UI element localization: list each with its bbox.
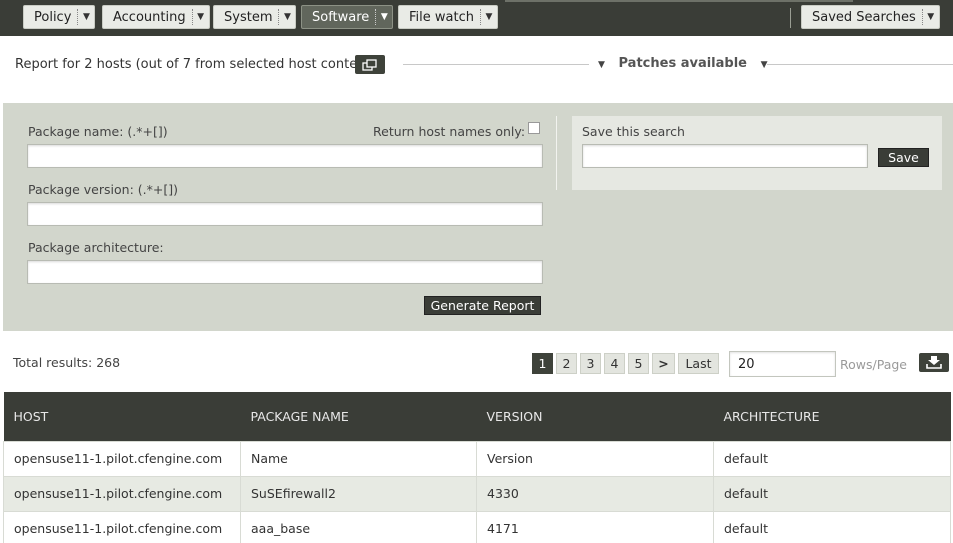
table-row: opensuse11-1.pilot.cfengine.com Name Ver… — [3, 440, 951, 477]
cell-version: Version — [476, 440, 714, 477]
page-5-button[interactable]: 5 — [628, 353, 649, 374]
cell-version: 4171 — [476, 510, 714, 543]
caret-down-icon: ▼ — [380, 12, 388, 22]
page-2-button[interactable]: 2 — [556, 353, 577, 374]
column-header-package-name[interactable]: PACKAGE NAME — [240, 392, 477, 441]
popout-window-icon — [362, 58, 377, 71]
page-4-button[interactable]: 4 — [604, 353, 625, 374]
menu-file-watch-label: File watch — [409, 9, 474, 25]
download-icon — [926, 356, 942, 369]
saved-searches-button[interactable]: Saved Searches ▼ — [801, 5, 940, 29]
save-search-input[interactable] — [582, 144, 868, 168]
table-header-row: HOST PACKAGE NAME VERSION ARCHITECTURE — [3, 392, 951, 441]
caret-down-icon: ▼ — [927, 12, 935, 22]
caret-down-icon: ▼ — [598, 60, 605, 70]
cell-host: opensuse11-1.pilot.cfengine.com — [3, 475, 241, 512]
menu-policy-label: Policy — [34, 9, 72, 25]
generate-report-button[interactable]: Generate Report — [424, 296, 541, 315]
report-title: Report for 2 hosts (out of 7 from select… — [15, 57, 375, 72]
total-results: Total results: 268 — [13, 355, 121, 370]
cell-architecture: default — [713, 440, 951, 477]
package-name-input[interactable] — [27, 144, 543, 168]
menu-accounting-button[interactable]: Accounting ▼ — [102, 5, 210, 29]
cell-version: 4330 — [476, 475, 714, 512]
caret-down-icon: ▼ — [82, 12, 90, 22]
package-version-input[interactable] — [27, 202, 543, 226]
menu-file-watch-button[interactable]: File watch ▼ — [398, 5, 498, 29]
column-header-version[interactable]: VERSION — [476, 392, 714, 441]
package-architecture-input[interactable] — [27, 260, 543, 284]
results-table: HOST PACKAGE NAME VERSION ARCHITECTURE o… — [3, 392, 951, 543]
toolbar-top-line — [505, 0, 853, 2]
cell-host: opensuse11-1.pilot.cfengine.com — [3, 440, 241, 477]
menu-policy-button[interactable]: Policy ▼ — [23, 5, 96, 29]
return-host-names-label: Return host names only: — [373, 124, 526, 139]
download-button[interactable] — [919, 353, 949, 372]
package-version-label: Package version: (.*+[]) — [28, 182, 178, 197]
caret-down-icon: ▼ — [197, 12, 205, 22]
caret-down-icon: ▼ — [284, 12, 291, 22]
package-name-label: Package name: (.*+[]) — [28, 124, 168, 139]
cell-architecture: default — [713, 510, 951, 543]
panel-divider — [556, 116, 557, 190]
table-row: opensuse11-1.pilot.cfengine.com aaa_base… — [3, 510, 951, 543]
menu-software-button[interactable]: Software ▼ — [301, 5, 394, 29]
page-3-button[interactable]: 3 — [580, 353, 601, 374]
cell-host: opensuse11-1.pilot.cfengine.com — [3, 510, 241, 543]
column-header-architecture[interactable]: ARCHITECTURE — [713, 392, 951, 441]
caret-down-icon: ▼ — [760, 60, 768, 70]
package-architecture-label: Package architecture: — [28, 240, 164, 255]
header-rule-left — [403, 64, 589, 65]
cell-package-name: Name — [240, 440, 477, 477]
save-search-label: Save this search — [582, 124, 685, 139]
menu-system-label: System — [224, 9, 273, 25]
return-host-names-checkbox[interactable] — [528, 122, 540, 134]
cell-package-name: aaa_base — [240, 510, 477, 543]
patches-available-label: Patches available — [618, 56, 748, 71]
last-page-button[interactable]: Last — [678, 353, 719, 374]
header-rule-right — [767, 64, 953, 65]
cell-architecture: default — [713, 475, 951, 512]
rows-per-page-input[interactable]: 20 — [729, 351, 836, 377]
column-header-host[interactable]: HOST — [3, 392, 241, 441]
toolbar-divider — [790, 8, 791, 28]
rows-per-page-label: Rows/Page — [840, 357, 907, 372]
next-page-button[interactable]: > — [652, 353, 675, 374]
table-row: opensuse11-1.pilot.cfengine.com SuSEfire… — [3, 475, 951, 512]
cell-package-name: SuSEfirewall2 — [240, 475, 477, 512]
page-1-button[interactable]: 1 — [532, 353, 553, 374]
menu-software-label: Software — [312, 9, 370, 25]
saved-searches-label: Saved Searches — [812, 9, 916, 25]
save-search-button[interactable]: Save — [878, 148, 929, 167]
patches-available-dropdown[interactable]: ▼ Patches available ▼ — [598, 56, 768, 71]
menu-accounting-label: Accounting — [113, 9, 186, 25]
top-toolbar: Policy ▼ Accounting ▼ System ▼ Software … — [0, 0, 953, 36]
menu-system-button[interactable]: System ▼ — [213, 5, 297, 29]
popout-button[interactable] — [355, 55, 385, 74]
caret-down-icon: ▼ — [485, 12, 493, 22]
